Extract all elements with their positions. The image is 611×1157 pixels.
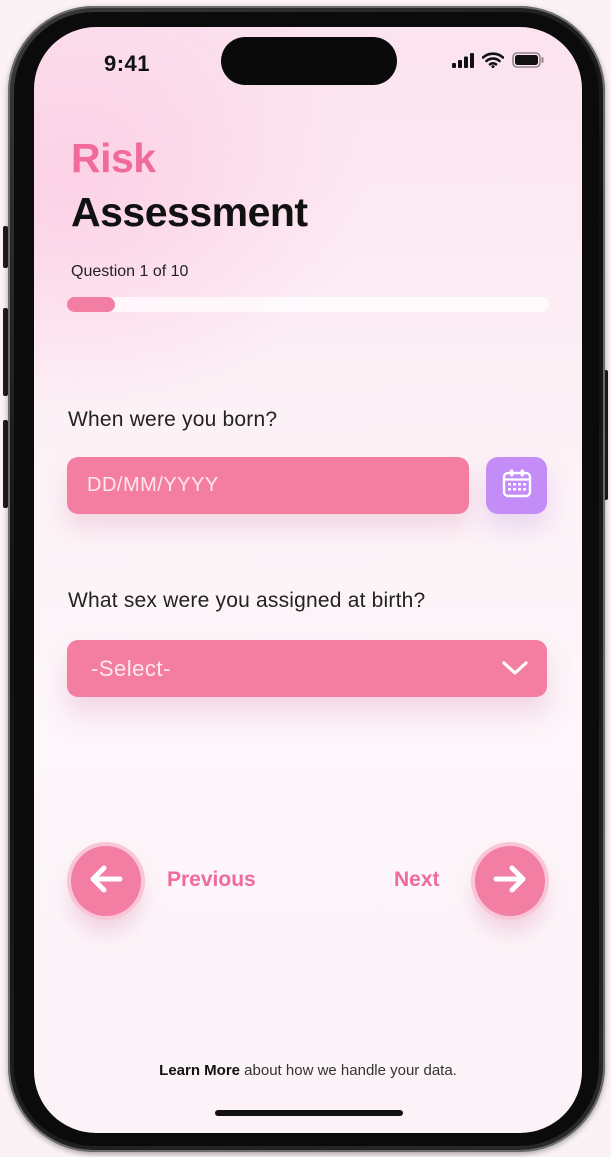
status-bar: 9:41 <box>34 27 582 97</box>
status-time: 9:41 <box>104 51 151 76</box>
question-counter: Question 1 of 10 <box>71 263 189 280</box>
chevron-down-icon <box>501 658 529 684</box>
birthdate-input[interactable]: DD/MM/YYYY <box>67 457 469 514</box>
page-title: Assessment <box>71 189 308 235</box>
progress-bar-fill <box>67 297 116 312</box>
battery-icon <box>512 52 544 73</box>
arrow-left-icon <box>88 864 124 899</box>
data-policy-footer: Learn More about how we handle your data… <box>34 1062 582 1079</box>
sex-select[interactable]: -Select- <box>67 640 547 697</box>
home-indicator[interactable] <box>215 1110 403 1116</box>
question-sex-label: What sex were you assigned at birth? <box>68 589 426 612</box>
sex-select-value: -Select- <box>91 655 171 681</box>
status-icons <box>452 52 544 73</box>
app-screen: 9:41 Risk Assessment Question 1 of 10 Wh… <box>34 27 582 1133</box>
footer-text: about how we handle your data. <box>240 1062 457 1079</box>
arrow-right-icon <box>492 864 528 899</box>
previous-button[interactable] <box>71 846 141 916</box>
dynamic-island <box>221 37 397 85</box>
calendar-button[interactable] <box>486 457 547 514</box>
cellular-signal-icon <box>452 52 474 73</box>
birthdate-placeholder: DD/MM/YYYY <box>87 474 219 496</box>
learn-more-link[interactable]: Learn More <box>159 1062 240 1079</box>
next-label[interactable]: Next <box>394 868 440 892</box>
progress-bar <box>67 297 549 312</box>
wifi-icon <box>481 52 505 73</box>
question-birthdate-label: When were you born? <box>68 408 278 431</box>
next-button[interactable] <box>475 846 545 916</box>
page-title-accent: Risk <box>71 135 156 181</box>
page-background: 9:41 Risk Assessment Question 1 of 10 Wh… <box>0 0 611 1157</box>
previous-label[interactable]: Previous <box>167 868 256 892</box>
calendar-icon <box>501 467 533 504</box>
